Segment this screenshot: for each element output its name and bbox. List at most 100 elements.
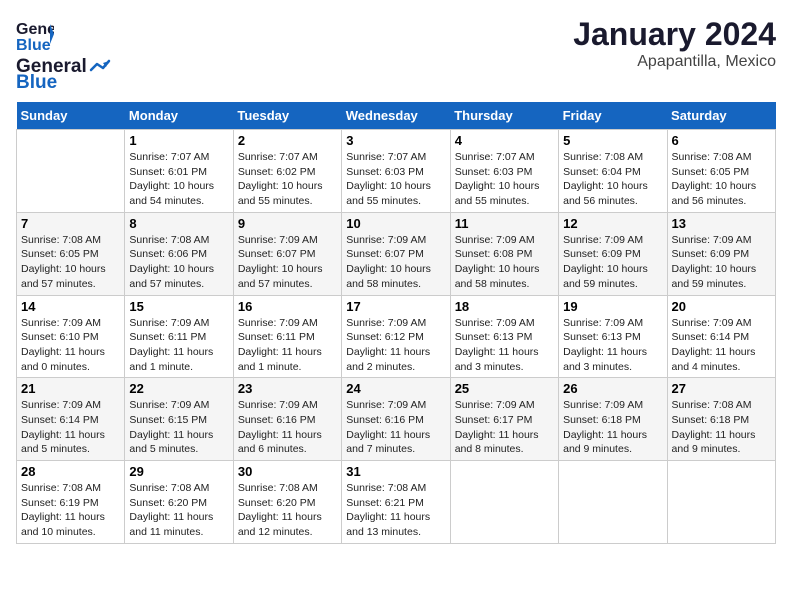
- calendar-cell: 5 Sunrise: 7:08 AMSunset: 6:04 PMDaylight…: [559, 130, 667, 213]
- calendar-cell: 11 Sunrise: 7:09 AMSunset: 6:08 PMDayligh…: [450, 212, 558, 295]
- logo: General Blue General Blue: [16, 16, 111, 94]
- day-number: 5: [563, 133, 662, 148]
- calendar-cell: 7 Sunrise: 7:08 AMSunset: 6:05 PMDaylight…: [17, 212, 125, 295]
- calendar-cell: 18Sunrise: 7:09 AMSunset: 6:13 PMDayligh…: [450, 295, 558, 378]
- day-number: 25: [455, 381, 554, 396]
- day-info: Sunrise: 7:09 AMSunset: 6:13 PMDaylight:…: [563, 316, 662, 375]
- day-number: 16: [238, 299, 337, 314]
- calendar-cell: 1 Sunrise: 7:07 AMSunset: 6:01 PMDaylight…: [125, 130, 233, 213]
- day-info: Sunrise: 7:09 AMSunset: 6:09 PMDaylight:…: [672, 233, 771, 292]
- page-header: General Blue General Blue January 2024 A…: [16, 16, 776, 94]
- calendar-cell: 27Sunrise: 7:08 AMSunset: 6:18 PMDayligh…: [667, 378, 775, 461]
- day-info: Sunrise: 7:07 AMSunset: 6:03 PMDaylight:…: [455, 150, 554, 209]
- calendar-cell: 15 Sunrise: 7:09 AMSunset: 6:11 PMDayligh…: [125, 295, 233, 378]
- day-number: 30: [238, 464, 337, 479]
- day-info: Sunrise: 7:08 AMSunset: 6:19 PMDaylight:…: [21, 481, 120, 540]
- day-info: Sunrise: 7:09 AMSunset: 6:12 PMDaylight:…: [346, 316, 445, 375]
- calendar-header: SundayMondayTuesdayWednesdayThursdayFrid…: [17, 102, 776, 130]
- calendar-cell: 19 Sunrise: 7:09 AMSunset: 6:13 PMDayligh…: [559, 295, 667, 378]
- day-number: 17: [346, 299, 445, 314]
- calendar-cell: 29Sunrise: 7:08 AMSunset: 6:20 PMDayligh…: [125, 461, 233, 544]
- location-subtitle: Apapantilla, Mexico: [573, 53, 776, 71]
- day-info: Sunrise: 7:07 AMSunset: 6:02 PMDaylight:…: [238, 150, 337, 209]
- day-number: 4: [455, 133, 554, 148]
- day-number: 15: [129, 299, 228, 314]
- calendar-cell: 12 Sunrise: 7:09 AMSunset: 6:09 PMDayligh…: [559, 212, 667, 295]
- calendar-cell: 31Sunrise: 7:08 AMSunset: 6:21 PMDayligh…: [342, 461, 450, 544]
- day-number: 7: [21, 216, 120, 231]
- day-info: Sunrise: 7:09 AMSunset: 6:10 PMDaylight:…: [21, 316, 120, 375]
- header-tuesday: Tuesday: [233, 102, 341, 130]
- day-number: 11: [455, 216, 554, 231]
- calendar-cell: 16 Sunrise: 7:09 AMSunset: 6:11 PMDayligh…: [233, 295, 341, 378]
- day-number: 18: [455, 299, 554, 314]
- calendar-cell: 20Sunrise: 7:09 AMSunset: 6:14 PMDayligh…: [667, 295, 775, 378]
- day-info: Sunrise: 7:09 AMSunset: 6:16 PMDaylight:…: [346, 398, 445, 457]
- calendar-cell: [559, 461, 667, 544]
- day-info: Sunrise: 7:09 AMSunset: 6:08 PMDaylight:…: [455, 233, 554, 292]
- day-number: 26: [563, 381, 662, 396]
- day-number: 13: [672, 216, 771, 231]
- day-info: Sunrise: 7:09 AMSunset: 6:14 PMDaylight:…: [672, 316, 771, 375]
- day-info: Sunrise: 7:09 AMSunset: 6:11 PMDaylight:…: [238, 316, 337, 375]
- calendar-cell: 28Sunrise: 7:08 AMSunset: 6:19 PMDayligh…: [17, 461, 125, 544]
- calendar-cell: [17, 130, 125, 213]
- calendar-week-4: 21Sunrise: 7:09 AMSunset: 6:14 PMDayligh…: [17, 378, 776, 461]
- logo-bird-icon: [89, 58, 111, 76]
- day-info: Sunrise: 7:08 AMSunset: 6:06 PMDaylight:…: [129, 233, 228, 292]
- calendar-week-2: 7 Sunrise: 7:08 AMSunset: 6:05 PMDaylight…: [17, 212, 776, 295]
- day-info: Sunrise: 7:09 AMSunset: 6:09 PMDaylight:…: [563, 233, 662, 292]
- day-info: Sunrise: 7:08 AMSunset: 6:20 PMDaylight:…: [238, 481, 337, 540]
- calendar-cell: 2Sunrise: 7:07 AMSunset: 6:02 PMDaylight…: [233, 130, 341, 213]
- day-info: Sunrise: 7:09 AMSunset: 6:14 PMDaylight:…: [21, 398, 120, 457]
- month-year-title: January 2024: [573, 16, 776, 53]
- day-info: Sunrise: 7:08 AMSunset: 6:18 PMDaylight:…: [672, 398, 771, 457]
- title-block: January 2024 Apapantilla, Mexico: [573, 16, 776, 71]
- calendar-cell: 26 Sunrise: 7:09 AMSunset: 6:18 PMDayligh…: [559, 378, 667, 461]
- day-info: Sunrise: 7:09 AMSunset: 6:17 PMDaylight:…: [455, 398, 554, 457]
- day-info: Sunrise: 7:09 AMSunset: 6:18 PMDaylight:…: [563, 398, 662, 457]
- calendar-body: 1 Sunrise: 7:07 AMSunset: 6:01 PMDaylight…: [17, 130, 776, 544]
- day-number: 19: [563, 299, 662, 314]
- day-info: Sunrise: 7:08 AMSunset: 6:05 PMDaylight:…: [672, 150, 771, 209]
- header-sunday: Sunday: [17, 102, 125, 130]
- calendar-cell: 21Sunrise: 7:09 AMSunset: 6:14 PMDayligh…: [17, 378, 125, 461]
- calendar-cell: 14 Sunrise: 7:09 AMSunset: 6:10 PMDayligh…: [17, 295, 125, 378]
- calendar-cell: 30 Sunrise: 7:08 AMSunset: 6:20 PMDayligh…: [233, 461, 341, 544]
- header-wednesday: Wednesday: [342, 102, 450, 130]
- calendar-cell: 25 Sunrise: 7:09 AMSunset: 6:17 PMDayligh…: [450, 378, 558, 461]
- header-thursday: Thursday: [450, 102, 558, 130]
- header-saturday: Saturday: [667, 102, 775, 130]
- day-number: 10: [346, 216, 445, 231]
- day-info: Sunrise: 7:08 AMSunset: 6:04 PMDaylight:…: [563, 150, 662, 209]
- day-number: 22: [129, 381, 228, 396]
- calendar-cell: 8 Sunrise: 7:08 AMSunset: 6:06 PMDaylight…: [125, 212, 233, 295]
- logo-icon: General Blue: [16, 16, 54, 54]
- svg-text:General: General: [16, 21, 54, 38]
- calendar-cell: 6Sunrise: 7:08 AMSunset: 6:05 PMDaylight…: [667, 130, 775, 213]
- calendar-table: SundayMondayTuesdayWednesdayThursdayFrid…: [16, 102, 776, 544]
- calendar-week-5: 28Sunrise: 7:08 AMSunset: 6:19 PMDayligh…: [17, 461, 776, 544]
- header-friday: Friday: [559, 102, 667, 130]
- svg-text:Blue: Blue: [16, 37, 51, 54]
- logo-blue: Blue: [16, 72, 57, 94]
- day-number: 9: [238, 216, 337, 231]
- day-info: Sunrise: 7:09 AMSunset: 6:11 PMDaylight:…: [129, 316, 228, 375]
- calendar-cell: 24Sunrise: 7:09 AMSunset: 6:16 PMDayligh…: [342, 378, 450, 461]
- calendar-week-1: 1 Sunrise: 7:07 AMSunset: 6:01 PMDaylight…: [17, 130, 776, 213]
- day-number: 1: [129, 133, 228, 148]
- calendar-cell: 13 Sunrise: 7:09 AMSunset: 6:09 PMDayligh…: [667, 212, 775, 295]
- day-number: 12: [563, 216, 662, 231]
- calendar-cell: 17 Sunrise: 7:09 AMSunset: 6:12 PMDayligh…: [342, 295, 450, 378]
- day-number: 23: [238, 381, 337, 396]
- day-info: Sunrise: 7:08 AMSunset: 6:21 PMDaylight:…: [346, 481, 445, 540]
- day-number: 3: [346, 133, 445, 148]
- calendar-cell: 9Sunrise: 7:09 AMSunset: 6:07 PMDaylight…: [233, 212, 341, 295]
- day-number: 29: [129, 464, 228, 479]
- day-info: Sunrise: 7:07 AMSunset: 6:03 PMDaylight:…: [346, 150, 445, 209]
- calendar-cell: 3 Sunrise: 7:07 AMSunset: 6:03 PMDaylight…: [342, 130, 450, 213]
- day-number: 14: [21, 299, 120, 314]
- day-info: Sunrise: 7:07 AMSunset: 6:01 PMDaylight:…: [129, 150, 228, 209]
- day-number: 8: [129, 216, 228, 231]
- day-info: Sunrise: 7:08 AMSunset: 6:05 PMDaylight:…: [21, 233, 120, 292]
